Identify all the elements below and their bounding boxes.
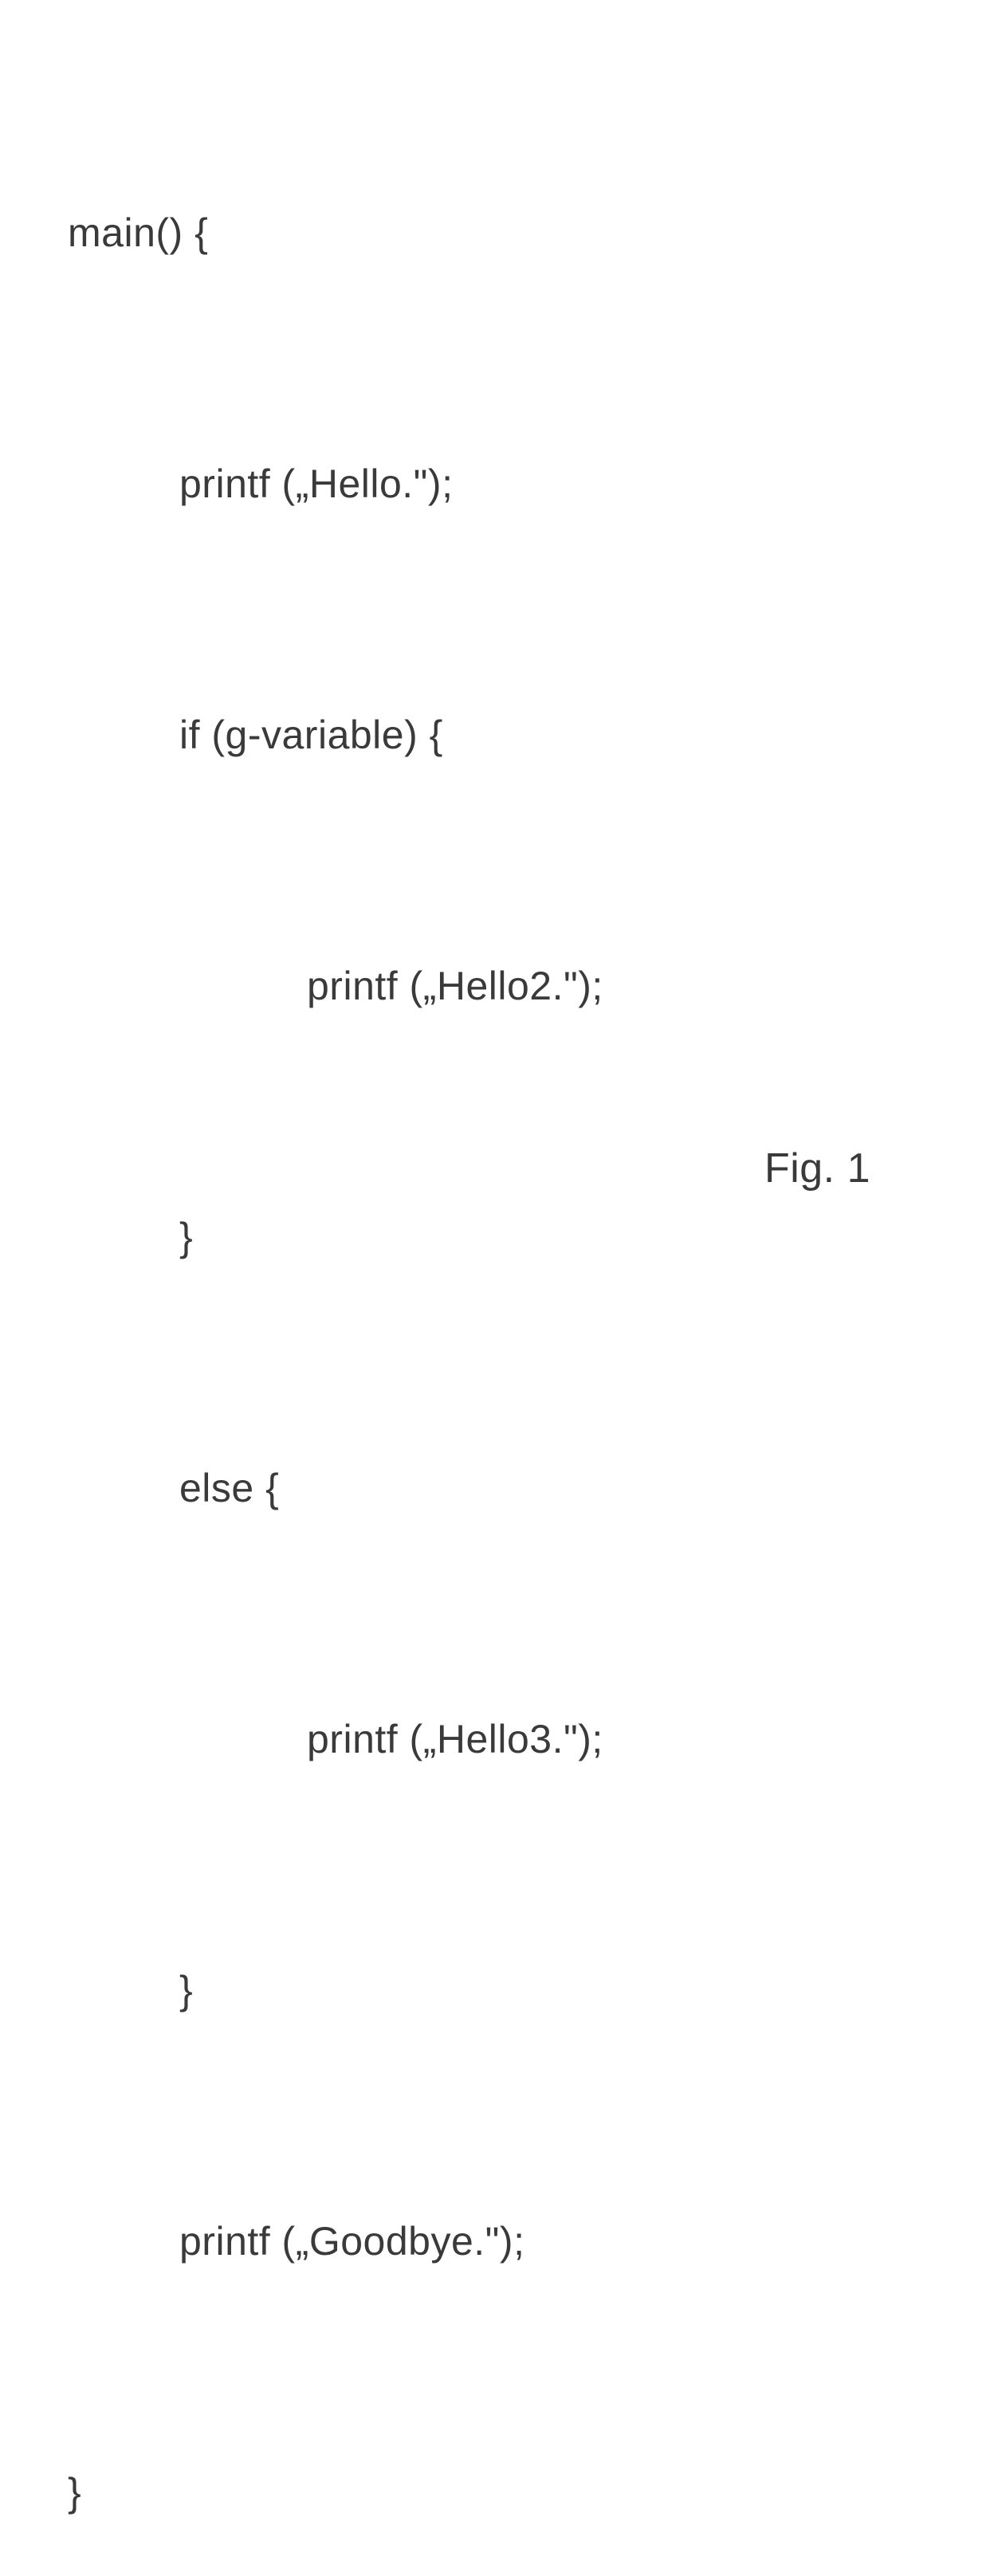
code-line-5: }	[68, 1196, 603, 1279]
code-line-10: }	[68, 2451, 603, 2535]
code-line-2: printf („Hello.");	[68, 442, 603, 526]
code-line-9: printf („Goodbye.");	[68, 2200, 603, 2283]
code-line-1: main() {	[68, 191, 603, 275]
figure-caption: Fig. 1	[764, 1145, 870, 1192]
code-line-3: if (g-variable) {	[68, 693, 603, 777]
code-line-8: }	[68, 1949, 603, 2032]
code-line-6: else {	[68, 1447, 603, 1530]
code-line-4: printf („Hello2.");	[68, 944, 603, 1028]
code-listing: main() { printf („Hello."); if (g-variab…	[68, 24, 603, 2576]
code-line-7: printf („Hello3.");	[68, 1698, 603, 1781]
